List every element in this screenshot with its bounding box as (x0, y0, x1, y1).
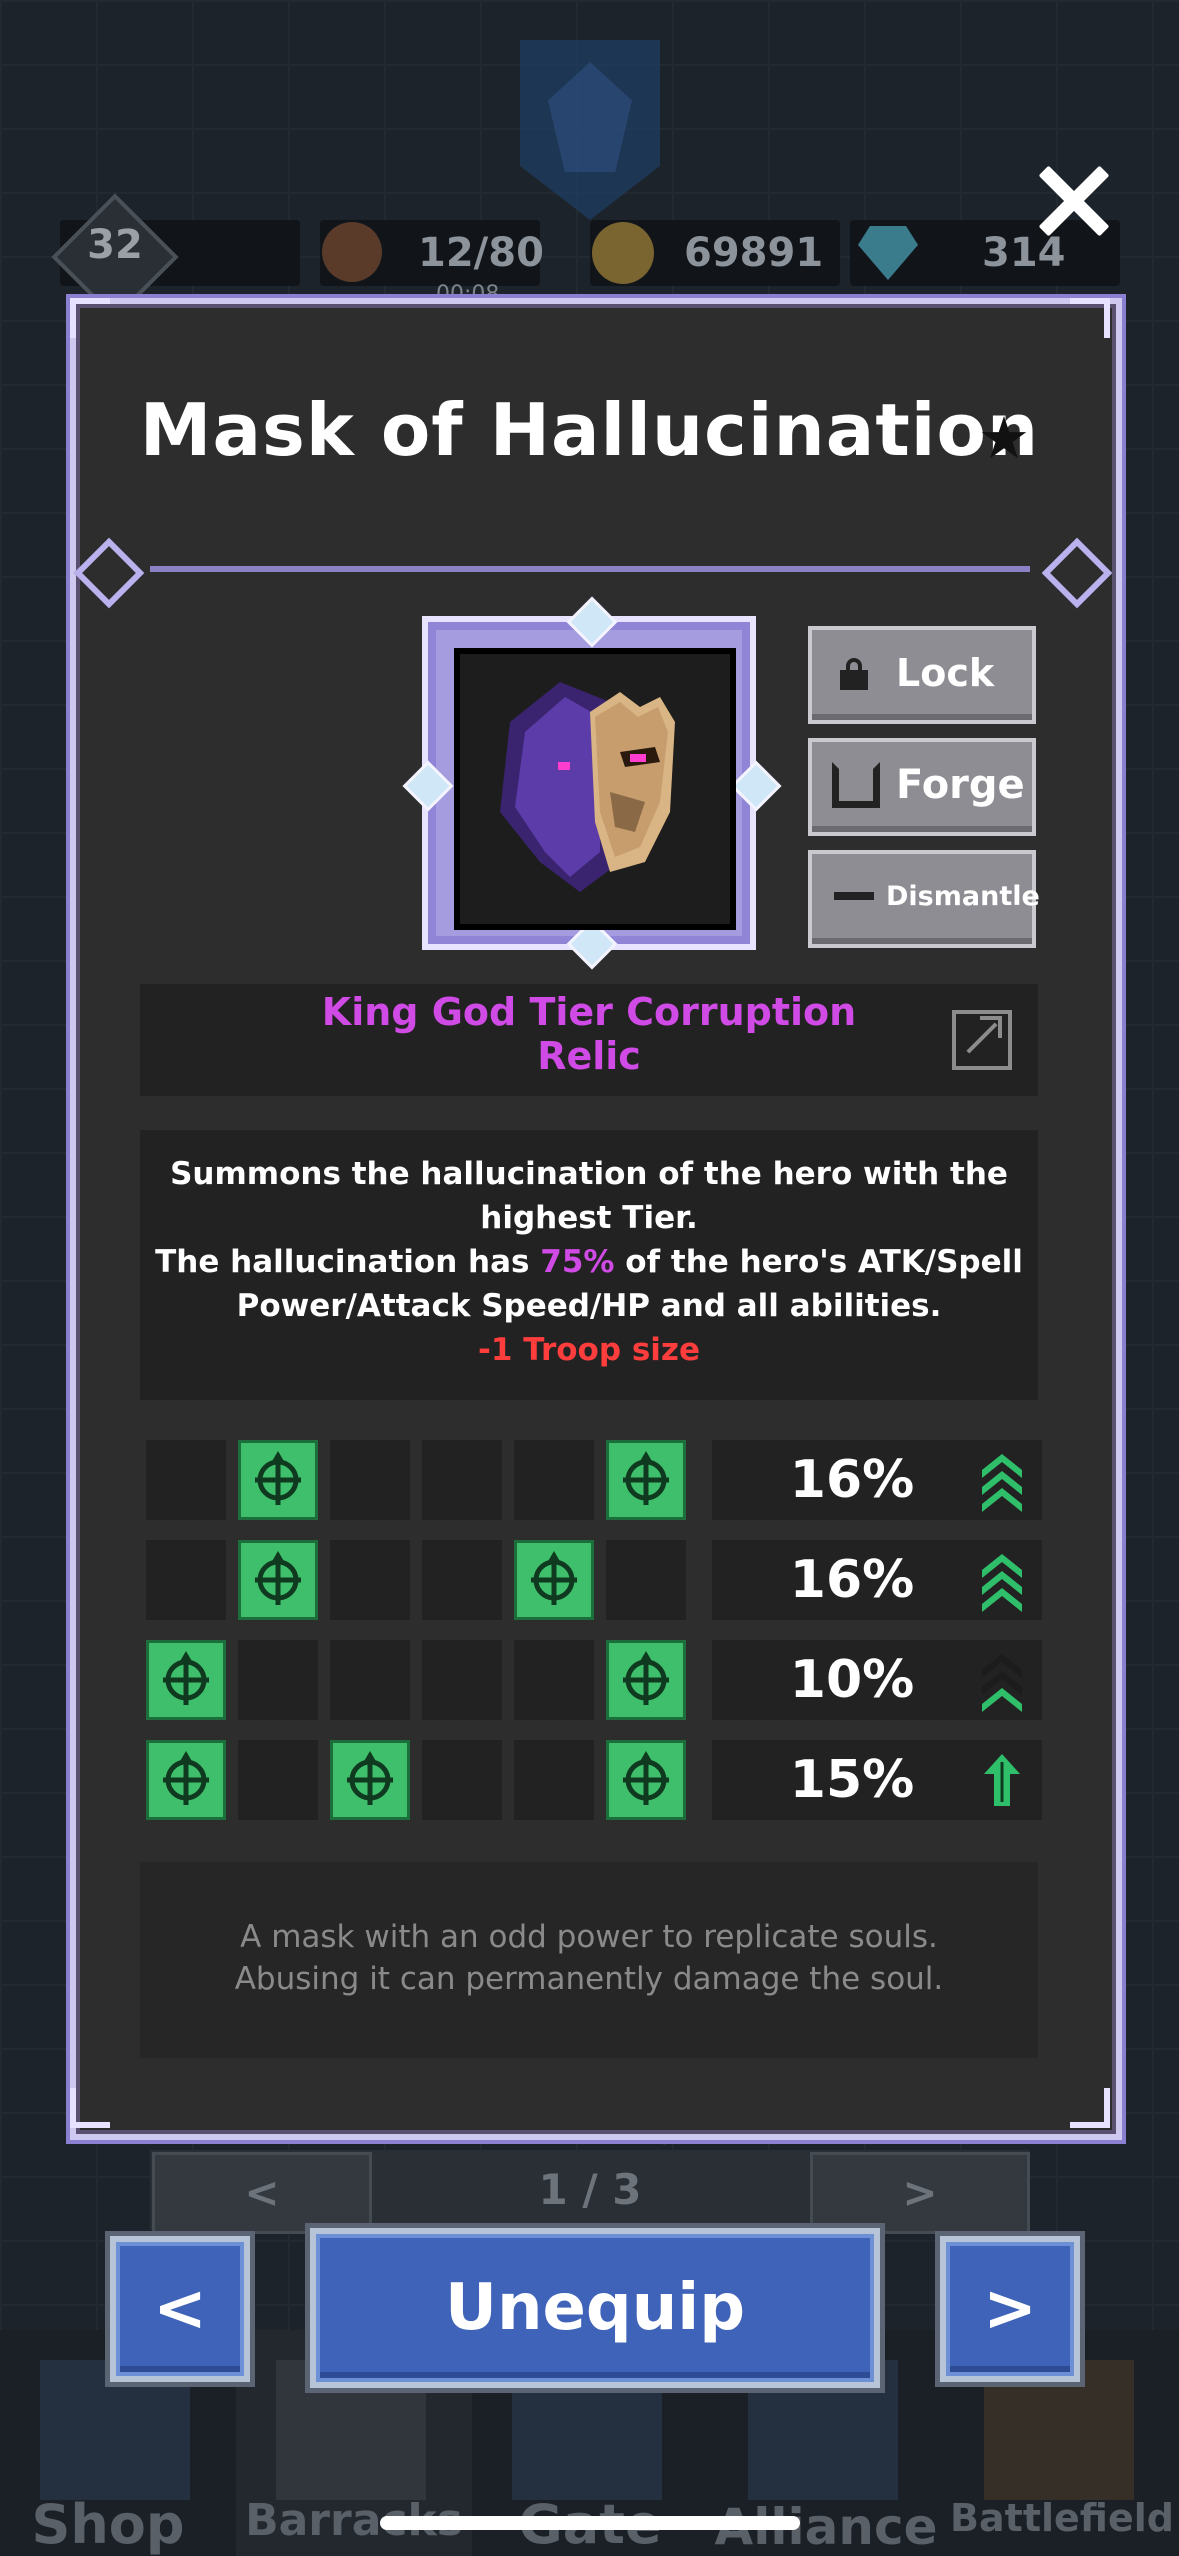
empty-slot (330, 1440, 410, 1520)
triple-chevron-icon (980, 1452, 1024, 1512)
stat-percent: 16% (789, 1550, 915, 1610)
arrow-up-icon (980, 1752, 1024, 1808)
troop-size-penalty: -1 Troop size (478, 1332, 700, 1368)
pager-next-button[interactable]: > (810, 2152, 1030, 2234)
frame-corner (70, 298, 110, 338)
frame-corner (1070, 2088, 1110, 2128)
close-icon[interactable] (1036, 164, 1110, 238)
empty-slot (238, 1640, 318, 1720)
empty-slot (606, 1540, 686, 1620)
frame-corner (70, 2088, 110, 2128)
empty-slot (330, 1640, 410, 1720)
desc-line-4: Power/Attack Speed/HP and all abilities. (236, 1288, 942, 1324)
stat-percent: 10% (789, 1650, 915, 1710)
active-slot-icon (238, 1440, 318, 1520)
dismantle-icon (834, 892, 874, 900)
level-value: 32 (87, 222, 143, 268)
pager-prev-label: < (244, 2168, 280, 2217)
empty-slot (514, 1440, 594, 1520)
pager-next-label: > (902, 2168, 938, 2217)
empty-slot (146, 1440, 226, 1520)
empty-slot (514, 1740, 594, 1820)
next-hero-button[interactable]: > (940, 2236, 1080, 2382)
flavor-line-2: Abusing it can permanently damage the so… (234, 1961, 944, 1997)
triple-chevron-icon (980, 1552, 1024, 1612)
empty-slot (238, 1740, 318, 1820)
home-indicator[interactable] (380, 2516, 800, 2530)
desc-highlight-percent: 75% (540, 1244, 615, 1280)
unequip-label: Unequip (444, 2271, 746, 2345)
active-slot-icon (606, 1640, 686, 1720)
desc-line-3-post: of the hero's ATK/Spell (614, 1244, 1023, 1280)
active-slot-icon (514, 1540, 594, 1620)
pager-prev-button[interactable]: < (152, 2152, 372, 2234)
desc-line-3-pre: The hallucination has (155, 1244, 541, 1280)
forge-icon (832, 762, 880, 808)
forge-button[interactable]: Forge (808, 738, 1036, 836)
nav-shop-label: Shop (31, 2493, 185, 2556)
expand-icon[interactable] (952, 1010, 1012, 1070)
dismantle-button[interactable]: Dismantle (808, 850, 1040, 948)
rarity-text: King God Tier Corruption Relic (140, 990, 1038, 1078)
favorite-star-icon[interactable]: ★ (978, 404, 1030, 472)
stat-percent: 16% (789, 1450, 915, 1510)
food-value: 12/80 (418, 230, 544, 276)
meat-icon (322, 222, 382, 282)
single-chevron-icon (980, 1652, 1024, 1712)
rarity-line-1: King God Tier Corruption (321, 990, 857, 1034)
active-slot-icon (606, 1440, 686, 1520)
desc-line-3: The hallucination has 75% of the hero's … (140, 1240, 1038, 1284)
frame-corner (1070, 298, 1110, 338)
active-slot-icon (146, 1740, 226, 1820)
dismantle-label: Dismantle (886, 881, 1040, 912)
pager-page-text: 1 / 3 (538, 2165, 642, 2214)
empty-slot (146, 1540, 226, 1620)
empty-slot (514, 1640, 594, 1720)
empty-slot (422, 1640, 502, 1720)
lock-icon (840, 658, 868, 690)
gold-value: 69891 (684, 230, 824, 276)
nav-battlefield-label: Battlefield (950, 2496, 1174, 2540)
pager-page: 1 / 3 (400, 2152, 780, 2228)
empty-slot (422, 1540, 502, 1620)
forge-label: Forge (896, 762, 1025, 808)
lock-button[interactable]: Lock (808, 626, 1036, 724)
gold-coin-icon (592, 222, 654, 284)
rarity-line-2: Relic (537, 1034, 641, 1078)
prev-hero-button[interactable]: < (110, 2236, 250, 2382)
prev-hero-label: < (153, 2272, 207, 2346)
desc-line-2: highest Tier. (480, 1200, 698, 1236)
next-hero-label: > (983, 2272, 1037, 2346)
empty-slot (422, 1740, 502, 1820)
unequip-button[interactable]: Unequip (310, 2228, 880, 2388)
active-slot-icon (238, 1540, 318, 1620)
lock-label: Lock (896, 651, 995, 695)
empty-slot (422, 1440, 502, 1520)
stat-percent: 15% (789, 1750, 915, 1810)
flavor-text: A mask with an odd power to replicate so… (140, 1916, 1038, 2000)
active-slot-icon (146, 1640, 226, 1720)
flavor-line-1: A mask with an odd power to replicate so… (240, 1919, 938, 1955)
active-slot-icon (330, 1740, 410, 1820)
empty-slot (330, 1540, 410, 1620)
title-divider (150, 566, 1030, 572)
active-slot-icon (606, 1740, 686, 1820)
desc-line-1: Summons the hallucination of the hero wi… (170, 1156, 1008, 1192)
hallucination-mask-icon (500, 682, 675, 892)
item-description: Summons the hallucination of the hero wi… (140, 1152, 1038, 1372)
